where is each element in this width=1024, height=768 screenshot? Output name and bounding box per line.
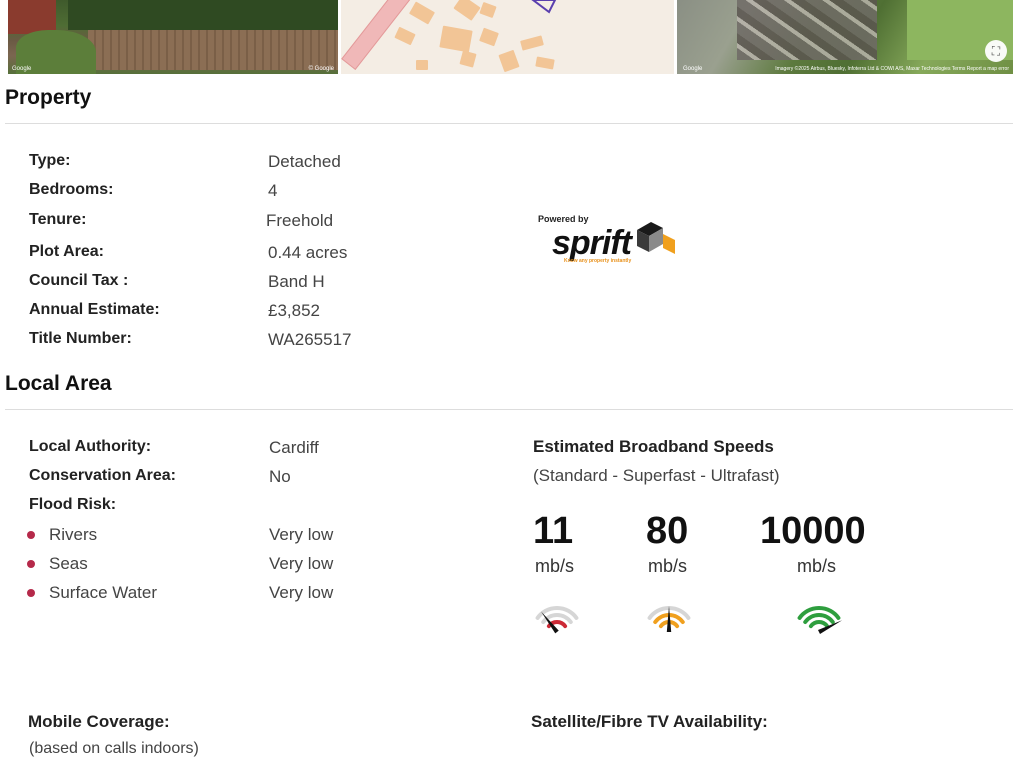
tenure-value: Freehold: [266, 211, 334, 230]
gauge-arc: [808, 620, 830, 629]
standard-speed-value: 11: [533, 510, 574, 552]
fence-shape: [88, 30, 338, 70]
type-label: Type:: [29, 152, 71, 169]
ultrafast-speed-unit: mb/s: [797, 556, 837, 576]
map-building: [535, 56, 555, 70]
property-divider: [5, 123, 1013, 124]
flood-risk-label: Flood Risk:: [29, 496, 117, 513]
tenure-label: Tenure:: [29, 211, 87, 228]
satellite-credit-left: Google: [683, 66, 703, 72]
bullet-icon: [27, 531, 35, 539]
street-view-image[interactable]: Google © Google: [8, 0, 338, 74]
plot-area-label: Plot Area:: [29, 243, 104, 260]
title-number-value: WA265517: [268, 330, 352, 349]
map-building: [479, 1, 497, 19]
map-building: [459, 50, 477, 68]
map-image[interactable]: [341, 0, 674, 74]
local-area-heading: Local Area: [5, 372, 112, 395]
ultrafast-wifi-gauge-icon: [797, 606, 843, 634]
type-value: Detached: [268, 152, 341, 171]
sprift-logo[interactable]: Powered by sprift Know any property inst…: [538, 214, 683, 272]
map-building: [408, 1, 436, 25]
cube-icon: [637, 222, 675, 254]
local-area-divider: [5, 409, 1013, 410]
standard-wifi-gauge-icon: [535, 606, 579, 634]
map-building: [520, 35, 544, 51]
property-heading: Property: [5, 86, 92, 109]
bedrooms-label: Bedrooms:: [29, 181, 114, 198]
street-credit-left: Google: [12, 66, 32, 72]
fullscreen-icon[interactable]: ⛶: [985, 40, 1007, 62]
conservation-area-label: Conservation Area:: [29, 467, 176, 484]
map-building: [439, 25, 473, 53]
flood-seas-value: Very low: [269, 554, 334, 573]
map-building: [416, 60, 428, 70]
conservation-area-value: No: [269, 467, 291, 486]
flood-rivers-label: Rivers: [49, 525, 98, 544]
powered-by-text: Powered by: [538, 214, 589, 224]
mobile-coverage-subtitle: (based on calls indoors): [29, 740, 199, 757]
map-building: [453, 0, 481, 21]
ultrafast-speed-value: 10000: [760, 510, 866, 552]
image-strip: Google © Google ⛶ Google Imagery ©2025 A…: [0, 0, 1024, 74]
bedrooms-value: 4: [268, 181, 278, 200]
council-tax-label: Council Tax :: [29, 272, 129, 289]
flood-surface-water-label: Surface Water: [49, 583, 158, 602]
map-building: [498, 49, 520, 73]
logo-tagline: Know any property instantly: [564, 258, 632, 264]
bullet-icon: [27, 560, 35, 568]
map-boundary-icon: [531, 0, 557, 14]
satellite-image[interactable]: ⛶ Google Imagery ©2025 Airbus, Bluesky, …: [677, 0, 1013, 74]
plot-area-value: 0.44 acres: [268, 243, 348, 262]
superfast-speed-unit: mb/s: [648, 556, 688, 576]
local-authority-label: Local Authority:: [29, 438, 152, 455]
flood-surface-water-value: Very low: [269, 583, 334, 602]
street-credit-right: © Google: [308, 66, 334, 72]
flood-rivers-value: Very low: [269, 525, 334, 544]
title-number-label: Title Number:: [29, 330, 132, 347]
tv-availability-label: Satellite/Fibre TV Availability:: [531, 712, 768, 731]
standard-speed-unit: mb/s: [535, 556, 575, 576]
house-shape: [8, 0, 56, 34]
hedge-shape: [68, 0, 338, 30]
broadband-subtitle: (Standard - Superfast - Ultrafast): [533, 466, 780, 485]
broadband-title: Estimated Broadband Speeds: [533, 437, 774, 456]
council-tax-value: Band H: [268, 272, 325, 291]
satellite-credit-right: Imagery ©2025 Airbus, Bluesky, Infoterra…: [775, 66, 1009, 72]
map-building: [394, 26, 416, 46]
annual-estimate-value: £3,852: [268, 301, 320, 320]
mobile-coverage-label: Mobile Coverage:: [28, 712, 170, 731]
bullet-icon: [27, 589, 35, 597]
local-authority-value: Cardiff: [269, 438, 319, 457]
map-building: [479, 27, 499, 47]
flood-seas-label: Seas: [49, 554, 88, 573]
superfast-speed-value: 80: [646, 510, 689, 552]
satellite-roofs: [737, 0, 877, 60]
superfast-wifi-gauge-icon: [647, 606, 691, 632]
annual-estimate-label: Annual Estimate:: [29, 301, 160, 318]
